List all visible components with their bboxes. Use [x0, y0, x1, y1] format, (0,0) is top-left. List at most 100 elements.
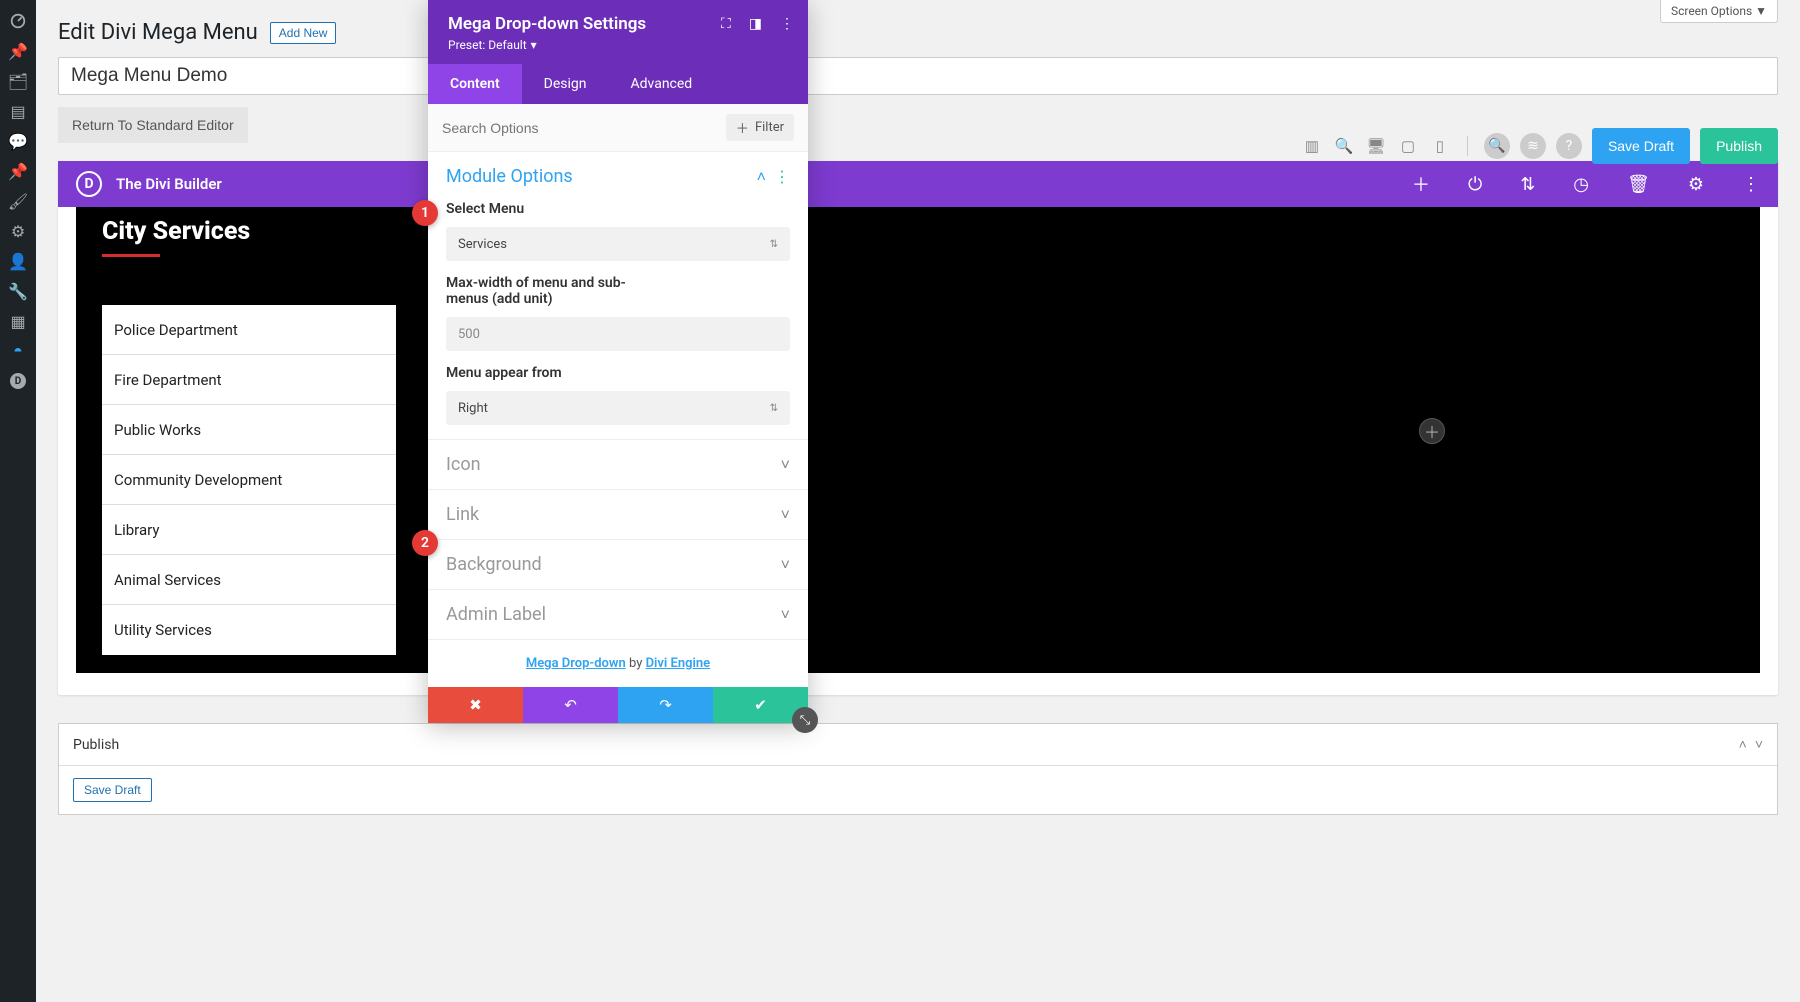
phone-icon[interactable]: ▯: [1429, 135, 1451, 157]
sort-icon[interactable]: ⇅: [1520, 174, 1535, 195]
page-title: Edit Divi Mega Menu: [58, 20, 258, 45]
power-icon[interactable]: ⏻: [1468, 174, 1482, 195]
menu-item[interactable]: Utility Services: [102, 605, 396, 655]
redo-button[interactable]: ↷: [618, 687, 713, 723]
search-options-input[interactable]: [442, 120, 726, 136]
divi-logo-icon: D: [76, 171, 102, 197]
max-width-input[interactable]: 500: [446, 317, 790, 351]
builder-header: D The Divi Builder ＋ ⏻ ⇅ ◷ 🗑 ⚙ ⋮: [58, 161, 1778, 207]
filter-button[interactable]: ＋Filter: [726, 114, 794, 141]
menu-list: Police Department Fire Department Public…: [102, 305, 396, 655]
credit-link-module[interactable]: Mega Drop-down: [526, 656, 626, 671]
chevron-up-icon: ˄: [757, 167, 766, 187]
preset-selector[interactable]: Preset: Default▾: [448, 38, 788, 52]
desktop-icon[interactable]: 🖥: [1365, 135, 1387, 157]
tab-design[interactable]: Design: [522, 64, 609, 104]
modal-tabs: Content Design Advanced: [428, 64, 808, 104]
add-icon[interactable]: ＋: [1412, 171, 1430, 197]
users-icon[interactable]: 👤: [0, 246, 36, 276]
menu-item[interactable]: Community Development: [102, 455, 396, 505]
add-module-button[interactable]: ＋: [1419, 418, 1445, 444]
wireframe-icon[interactable]: ▥: [1301, 135, 1323, 157]
select-menu-dropdown[interactable]: Services ⇅: [446, 227, 790, 261]
canvas: City Services Police Department Fire Dep…: [76, 207, 1760, 673]
chevron-down-icon: ▾: [531, 38, 537, 52]
collapse-up-icon[interactable]: ˄: [1739, 736, 1747, 753]
select-arrows-icon: ⇅: [770, 403, 778, 414]
save-draft-mini-button[interactable]: Save Draft: [73, 778, 152, 802]
snap-icon[interactable]: ◨: [749, 16, 762, 32]
menu-appear-dropdown[interactable]: Right ⇅: [446, 391, 790, 425]
return-to-standard-editor-button[interactable]: Return To Standard Editor: [58, 107, 248, 143]
layers-icon[interactable]: ≋: [1520, 133, 1546, 159]
chevron-down-icon: ˅: [781, 505, 790, 525]
chevron-down-icon: ˅: [781, 605, 790, 625]
plugins-icon[interactable]: ⚙: [0, 216, 36, 246]
settings-icon[interactable]: ▦: [0, 306, 36, 336]
section-background[interactable]: Background ˅: [428, 540, 808, 589]
collapse-down-icon[interactable]: ˅: [1755, 736, 1763, 753]
section-admin-label[interactable]: Admin Label ˅: [428, 590, 808, 639]
tablet-icon[interactable]: ▢: [1397, 135, 1419, 157]
menu-item[interactable]: Public Works: [102, 405, 396, 455]
menu-appear-label: Menu appear from: [446, 365, 790, 381]
help-icon[interactable]: ?: [1556, 133, 1582, 159]
close-button[interactable]: ✖: [428, 687, 523, 723]
city-services-title: City Services: [102, 217, 396, 246]
history-icon[interactable]: ◷: [1573, 174, 1589, 195]
divi-icon[interactable]: ◓: [0, 336, 36, 366]
tab-advanced[interactable]: Advanced: [609, 64, 715, 104]
menu-item[interactable]: Fire Department: [102, 355, 396, 405]
publish-box-title: Publish: [73, 737, 119, 753]
chevron-down-icon: ˅: [781, 455, 790, 475]
plus-icon: ＋: [736, 118, 749, 137]
modal-header: Mega Drop-down Settings Preset: Default▾…: [428, 0, 808, 64]
save-draft-button[interactable]: Save Draft: [1592, 128, 1690, 164]
resize-handle[interactable]: ⤡: [792, 707, 818, 733]
more-icon[interactable]: ⋮: [780, 16, 794, 32]
menu-item[interactable]: Police Department: [102, 305, 396, 355]
pin-icon[interactable]: 📌: [0, 36, 36, 66]
post-title-input[interactable]: [58, 57, 1778, 95]
dashboard-icon[interactable]: [0, 6, 36, 36]
module-settings-modal: Mega Drop-down Settings Preset: Default▾…: [428, 0, 808, 723]
chevron-down-icon: ˅: [781, 555, 790, 575]
max-width-label: Max-width of menu and sub-menus (add uni…: [446, 275, 646, 307]
tab-content[interactable]: Content: [428, 64, 522, 104]
media-icon[interactable]: 🗂: [0, 66, 36, 96]
section-link[interactable]: Link ˅: [428, 490, 808, 539]
expand-icon[interactable]: ⛶: [721, 16, 731, 32]
zoom-icon[interactable]: 🔍: [1333, 135, 1355, 157]
add-new-button[interactable]: Add New: [270, 22, 337, 44]
tools-icon[interactable]: 🔧: [0, 276, 36, 306]
publish-button[interactable]: Publish: [1700, 128, 1778, 164]
section-icon[interactable]: Icon ˅: [428, 440, 808, 489]
appearance-icon[interactable]: 🖌: [0, 186, 36, 216]
more-icon[interactable]: ⋮: [774, 167, 790, 186]
search-icon[interactable]: 🔍: [1484, 133, 1510, 159]
select-menu-label: Select Menu: [446, 201, 790, 217]
select-arrows-icon: ⇅: [770, 239, 778, 250]
menu-item[interactable]: Library: [102, 505, 396, 555]
screen-options-toggle[interactable]: Screen Options ▼: [1660, 0, 1778, 23]
divi-d-icon[interactable]: D: [0, 366, 36, 396]
more-icon[interactable]: ⋮: [1742, 174, 1760, 195]
canvas-column-1: City Services Police Department Fire Dep…: [76, 207, 416, 655]
pages-icon[interactable]: ▤: [0, 96, 36, 126]
publish-metabox: Publish ˄ ˅ Save Draft: [58, 723, 1778, 815]
menu-item[interactable]: Animal Services: [102, 555, 396, 605]
gear-icon[interactable]: ⚙: [1688, 174, 1704, 195]
section-module-options[interactable]: Module Options ˄⋮: [428, 152, 808, 201]
projects-icon[interactable]: 📌: [0, 156, 36, 186]
module-credit: Mega Drop-down by Divi Engine: [428, 640, 808, 687]
title-underline: [102, 254, 160, 257]
main-area: Screen Options ▼ Edit Divi Mega Menu Add…: [36, 0, 1800, 1002]
wp-admin-sidebar: 📌 🗂 ▤ 💬 📌 🖌 ⚙ 👤 🔧 ▦ ◓ D: [0, 0, 36, 1002]
credit-link-author[interactable]: Divi Engine: [646, 656, 711, 671]
builder-wrap: D The Divi Builder ＋ ⏻ ⇅ ◷ 🗑 ⚙ ⋮ City Se…: [58, 161, 1778, 695]
comments-icon[interactable]: 💬: [0, 126, 36, 156]
modal-footer: ✖ ↶ ↷ ✔: [428, 687, 808, 723]
trash-icon[interactable]: 🗑: [1627, 174, 1650, 195]
undo-button[interactable]: ↶: [523, 687, 618, 723]
search-row: ＋Filter: [428, 104, 808, 152]
